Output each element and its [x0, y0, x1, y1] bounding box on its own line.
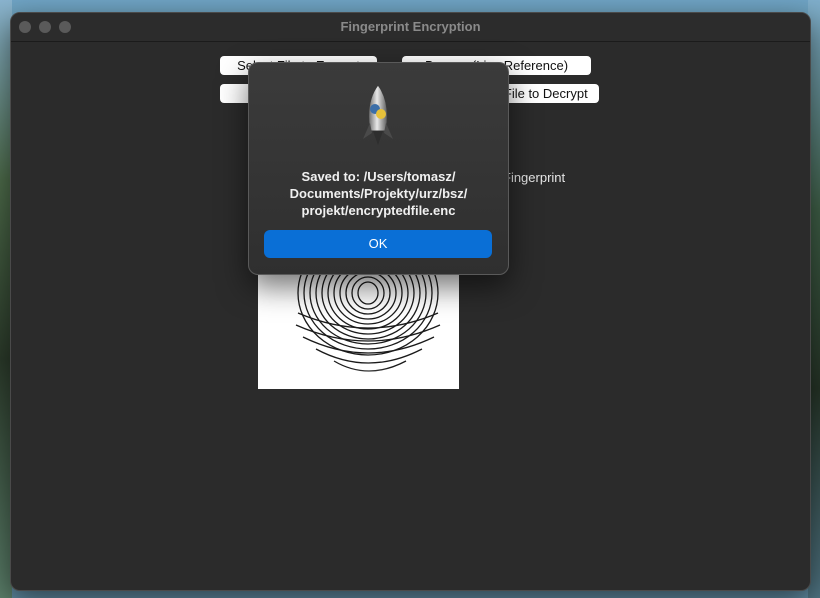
dialog-message-line: Saved to: /Users/tomasz/ [301, 169, 456, 184]
ok-button[interactable]: OK [264, 230, 492, 258]
save-confirmation-dialog: Saved to: /Users/tomasz/ Documents/Proje… [248, 62, 509, 275]
window-title: Fingerprint Encryption [340, 19, 481, 34]
python-launcher-rocket-icon [361, 83, 395, 147]
dialog-message-line: Documents/Projekty/urz/bsz/ [289, 186, 468, 201]
dialog-message: Saved to: /Users/tomasz/ Documents/Proje… [269, 168, 488, 219]
title-bar[interactable]: Fingerprint Encryption [11, 13, 810, 42]
dialog-message-line: projekt/encryptedfile.enc [301, 203, 456, 218]
fingerprint-image [258, 273, 459, 389]
fingerprint-status-label: Fingerprint [503, 170, 566, 185]
